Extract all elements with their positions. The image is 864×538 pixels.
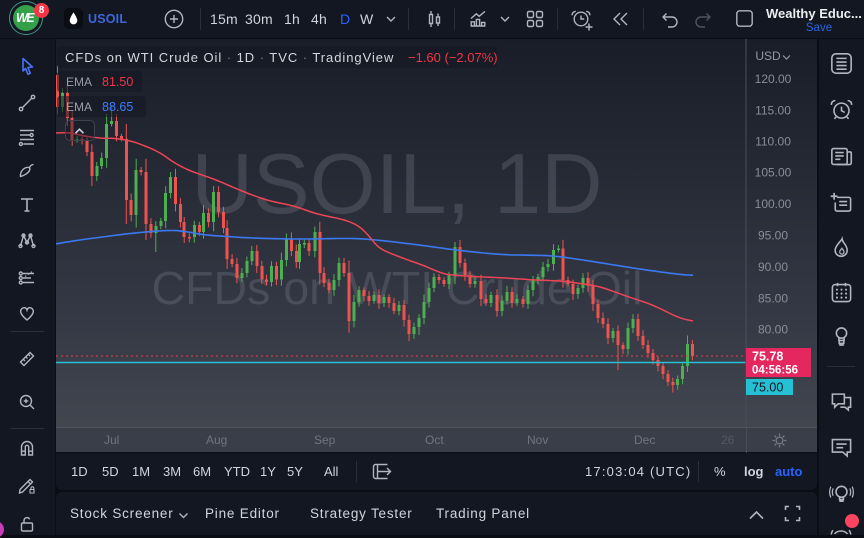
svg-text:CFDs on WTI Crude Oil: CFDs on WTI Crude Oil xyxy=(152,262,643,314)
svg-text:110.00: 110.00 xyxy=(755,135,791,149)
svg-text:105.00: 105.00 xyxy=(755,166,792,180)
svg-text:95.00: 95.00 xyxy=(758,229,788,243)
svg-text:120.00: 120.00 xyxy=(755,72,792,86)
svg-text:115.00: 115.00 xyxy=(755,104,791,118)
svg-text:75.00: 75.00 xyxy=(752,381,783,395)
svg-text:80.00: 80.00 xyxy=(758,323,788,337)
svg-text:USOIL, 1D: USOIL, 1D xyxy=(192,137,603,232)
svg-text:90.00: 90.00 xyxy=(758,260,788,274)
svg-text:100.00: 100.00 xyxy=(755,197,792,211)
svg-text:85.00: 85.00 xyxy=(758,292,788,306)
svg-text:04:56:56: 04:56:56 xyxy=(752,365,798,377)
svg-text:USD: USD xyxy=(755,49,781,63)
svg-text:75.78: 75.78 xyxy=(752,350,783,364)
